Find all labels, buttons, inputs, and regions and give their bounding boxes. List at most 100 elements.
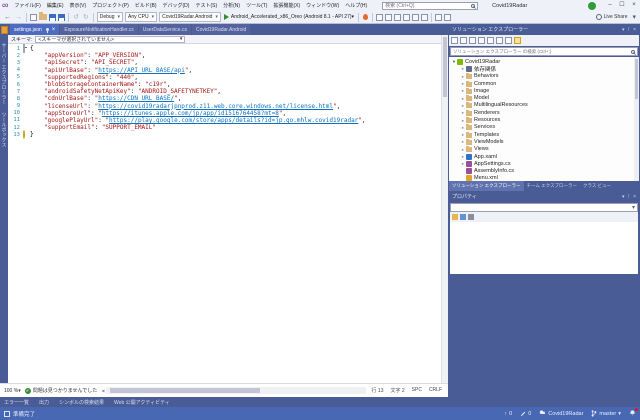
save-all-icon[interactable] [58,14,65,21]
menu-item[interactable]: プロジェクト(P) [89,2,132,9]
menu-item[interactable]: 編集(E) [44,2,67,9]
url-link[interactable]: https://covid19radarjpnprod.z11.web.core… [98,103,333,110]
close-button[interactable]: × [628,0,640,11]
url-link[interactable]: https://play.google.com/store/apps/detai… [109,117,358,124]
maximize-button[interactable]: ☐ [616,0,628,11]
solution-explorer-toggle-icon[interactable] [385,14,392,21]
document-tab[interactable]: ExposureNotificationHandler.cs [60,24,137,35]
notifications-button[interactable] [629,409,636,418]
solution-explorer-search-box[interactable] [450,47,638,56]
code-editor[interactable]: 1{2"appVersion": "APP_VERSION",3"apiSecr… [8,44,441,383]
tool-window-tab[interactable]: クラス ビュー [580,181,614,191]
tree-item[interactable]: ▸Image [449,87,639,94]
schema-combobox[interactable]: <スキーマが選択されていません> ▾ [35,36,185,43]
pin-icon[interactable]: ⊺ [627,27,630,33]
menu-item[interactable]: ツール(T) [243,2,270,9]
window-position-icon[interactable]: ▾ [622,194,625,200]
minimize-button[interactable]: – [604,0,616,11]
account-avatar[interactable] [588,2,596,10]
tree-item[interactable]: AssemblyInfo.cs [449,167,639,174]
window-position-icon[interactable]: ▾ [622,27,625,33]
home-icon[interactable] [451,37,458,44]
url-link[interactable]: https://API_URL_BASE/api [98,67,185,74]
menu-item[interactable]: ウィンドウ(W) [303,2,342,9]
save-icon[interactable] [49,14,56,21]
new-project-icon[interactable] [30,14,37,21]
tree-item[interactable]: ▸ViewModels [449,138,639,145]
solution-configuration-dropdown[interactable]: Debug▾ [97,12,123,22]
editor-vertical-scrollbar[interactable] [441,35,448,383]
url-link[interactable]: https://itunes.apple.com/jp/app/id151676… [102,110,279,117]
quick-search-input[interactable] [383,2,471,9]
properties-icon[interactable] [496,37,503,44]
properties-object-dropdown[interactable]: ▾ [450,203,638,212]
menu-item[interactable]: 分析(N) [220,2,243,9]
lightbulb-icon[interactable] [23,130,25,139]
close-icon[interactable]: × [52,27,56,33]
tree-item[interactable]: ▸Common [449,80,639,87]
filter-icon[interactable] [460,37,467,44]
url-link[interactable]: https://CDN_URL_BASE/ [98,95,174,102]
tree-scrollbar[interactable] [634,57,639,181]
panel-tab[interactable]: Web 公開アクティビティ [114,399,170,406]
document-well-icon[interactable] [1,26,8,34]
tree-item[interactable]: ▸Model [449,94,639,101]
tool-window-tab[interactable]: ソリューション エクスプローラー [449,181,524,191]
menu-item[interactable]: ビルド(B) [132,2,160,9]
tree-item[interactable]: ▸MultilingualResources [449,102,639,109]
toolbar-overflow-icon[interactable]: ▾ [630,12,638,23]
editor-horizontal-scrollbar[interactable] [106,387,365,394]
auto-hide-tab[interactable]: ツールボックス [1,112,8,147]
document-tab[interactable]: UserDataService.cs [139,24,191,35]
open-file-icon[interactable] [39,14,47,20]
menu-item[interactable]: テスト(S) [192,2,220,9]
performance-profiler-icon[interactable] [363,14,368,20]
sync-with-active-document-icon[interactable] [469,37,476,44]
live-share-button[interactable]: Live Share [596,14,628,20]
alphabetical-icon[interactable] [460,214,466,220]
tree-item[interactable]: ▸Templates [449,131,639,138]
navigate-forward-icon[interactable]: → [13,12,24,23]
health-check-icon[interactable]: ✔ [25,388,31,394]
tree-item[interactable]: ▸Views [449,146,639,153]
tree-item[interactable]: ▸App.xaml [449,153,639,160]
tree-item[interactable]: ▸Behaviors [449,73,639,80]
undo-icon[interactable]: ↺ [71,12,81,23]
bookmark-icon[interactable] [412,14,419,21]
uncomment-icon[interactable] [403,14,410,21]
start-debugging-button[interactable]: Android_Accelerated_x86_Oreo (Android 8.… [224,14,354,20]
menu-item[interactable]: ヘルプ(H) [342,2,370,9]
preview-selected-items-icon[interactable] [514,37,521,44]
solution-platform-dropdown[interactable]: Any CPU▾ [125,12,157,22]
redo-icon[interactable]: ↻ [81,12,91,23]
pin-icon[interactable] [46,28,49,31]
tool-window-tab[interactable]: チーム エクスプローラー [524,181,580,191]
git-outgoing-commits[interactable]: ↑ 0 [504,411,512,417]
categorized-icon[interactable] [452,214,458,220]
close-icon[interactable]: × [633,27,636,33]
panel-tab[interactable]: 出力 [39,399,49,406]
quick-search-box[interactable] [382,2,478,10]
step-over-icon[interactable] [435,14,442,21]
scroll-left-icon[interactable]: ◀ [101,388,104,393]
startup-project-dropdown[interactable]: Covid19Radar.Android▾ [159,12,221,22]
document-tab[interactable]: settings.json× [10,24,59,35]
find-in-files-icon[interactable] [376,14,383,21]
auto-hide-tab[interactable]: サーバー エクスプローラー [1,43,8,104]
close-icon[interactable]: × [633,194,636,200]
menu-item[interactable]: ファイル(F) [11,2,43,9]
collapse-icon[interactable] [23,44,25,53]
refresh-icon[interactable] [478,37,485,44]
document-tab[interactable]: Covid19Radar.Android [192,24,250,35]
pin-icon[interactable]: ⊺ [627,194,630,200]
menu-item[interactable]: 表示(V) [66,2,89,9]
tree-item[interactable]: ▸Resources [449,116,639,123]
menu-item[interactable]: デバッグ(D) [160,2,193,9]
menu-item[interactable]: 拡張機能(X) [270,2,303,9]
show-all-files-icon[interactable] [505,37,512,44]
tree-item[interactable]: ▸AppSettings.cs [449,160,639,167]
zoom-level-dropdown[interactable]: 100 % ▾ [2,388,23,394]
git-branch-picker[interactable]: master ▾ [591,410,621,417]
tree-item[interactable]: ▸Renderers [449,109,639,116]
tree-item[interactable]: Menu.xml [449,175,639,181]
